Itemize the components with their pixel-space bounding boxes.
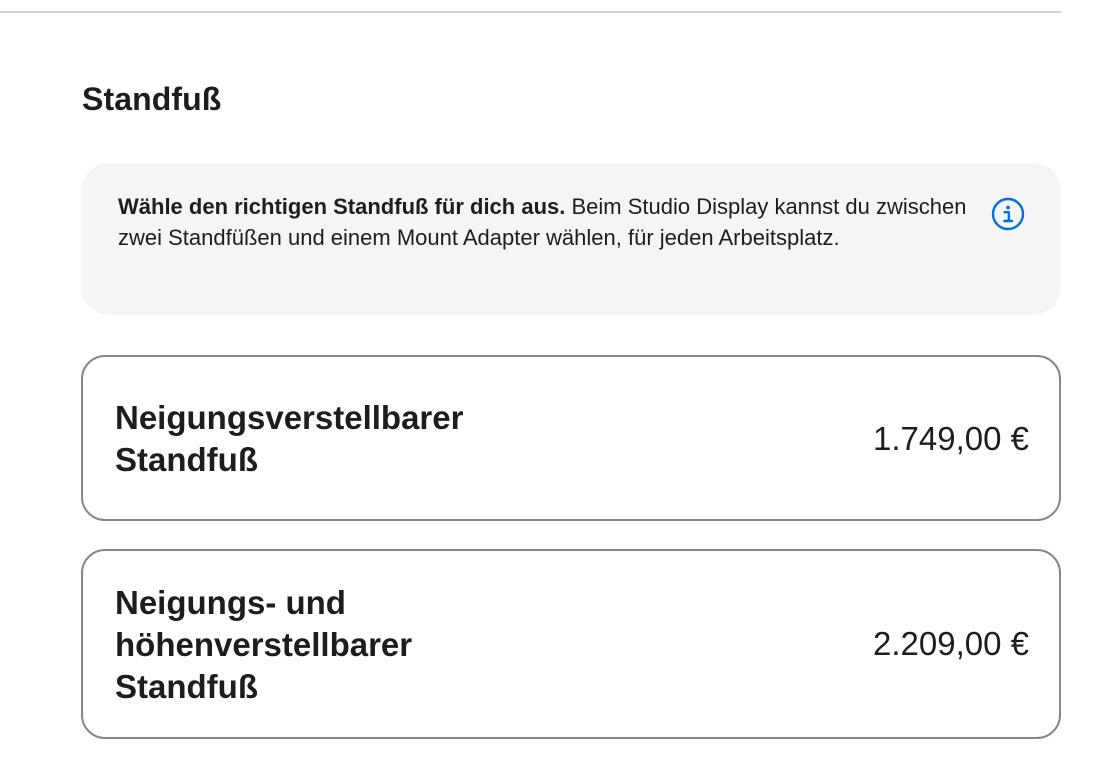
info-text: Wähle den richtigen Standfuß für dich au… bbox=[118, 191, 968, 253]
option-name: Neigungs- und höhenverstellbarer Standfu… bbox=[115, 584, 413, 705]
option-name: Neigungsverstellbarer Standfuß bbox=[115, 399, 464, 478]
option-price: 1.749,00 € bbox=[873, 420, 1029, 457]
section-title: Standfuß bbox=[82, 81, 222, 117]
top-divider bbox=[0, 11, 1061, 13]
stand-option-tilt-height[interactable]: Neigungs- und höhenverstellbarer Standfu… bbox=[81, 549, 1061, 739]
info-circle-icon[interactable] bbox=[991, 197, 1025, 231]
info-text-bold: Wähle den richtigen Standfuß für dich au… bbox=[118, 194, 566, 219]
option-price: 2.209,00 € bbox=[873, 625, 1029, 662]
stand-option-tilt[interactable]: Neigungsverstellbarer Standfuß 1.749,00 … bbox=[81, 355, 1061, 521]
info-box: Wähle den richtigen Standfuß für dich au… bbox=[81, 163, 1061, 315]
